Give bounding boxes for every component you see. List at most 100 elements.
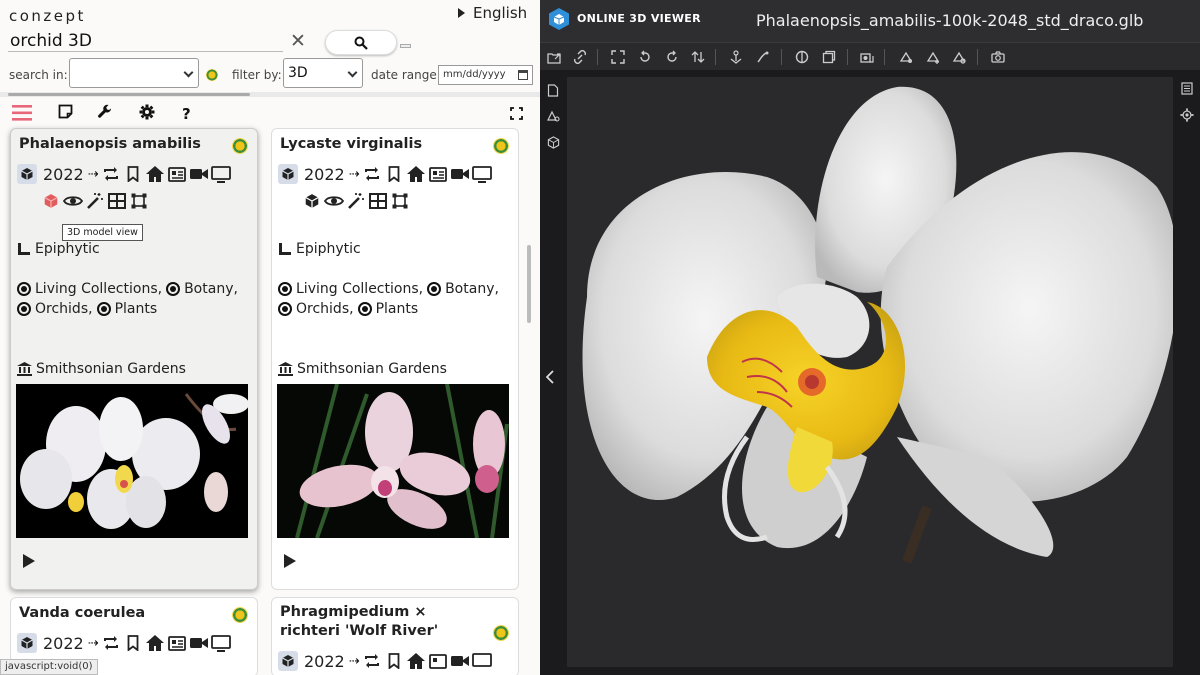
measure-icon[interactable] bbox=[899, 50, 913, 64]
retweet-icon[interactable] bbox=[101, 633, 121, 653]
habit-text[interactable]: Epiphytic bbox=[296, 241, 361, 257]
gear-icon[interactable] bbox=[139, 104, 155, 120]
result-card[interactable]: Phalaenopsis amabilis 2022 ⇢ Epiphytic L… bbox=[10, 128, 258, 590]
tag-link[interactable]: Orchids, bbox=[296, 301, 354, 317]
bookmark-icon[interactable] bbox=[384, 651, 404, 671]
result-card[interactable]: Phragmipedium × richteri 'Wolf River' 20… bbox=[271, 597, 519, 675]
note-icon[interactable] bbox=[58, 104, 73, 119]
cube-icon[interactable] bbox=[278, 651, 298, 671]
video-icon[interactable] bbox=[450, 164, 470, 184]
result-card[interactable]: Lycaste virginalis 2022 ⇢ Epiphytic Livi… bbox=[271, 128, 519, 590]
model-icon[interactable] bbox=[822, 50, 836, 64]
bookmark-icon[interactable] bbox=[123, 164, 143, 184]
bookmark-icon[interactable] bbox=[384, 164, 404, 184]
habit-text[interactable]: Epiphytic bbox=[35, 241, 100, 257]
grid-icon[interactable] bbox=[107, 191, 127, 211]
card-title[interactable]: Vanda coerulea bbox=[19, 604, 229, 623]
retweet-icon[interactable] bbox=[101, 164, 121, 184]
3d-model-view-icon[interactable] bbox=[41, 191, 61, 211]
tag-link[interactable]: Orchids, bbox=[35, 301, 93, 317]
help-icon[interactable]: ? bbox=[182, 105, 191, 123]
export-icon[interactable] bbox=[926, 50, 940, 64]
rotate-left-icon[interactable] bbox=[665, 50, 679, 64]
materials-icon[interactable] bbox=[546, 110, 560, 123]
newspaper-icon[interactable] bbox=[167, 164, 187, 184]
tag-link[interactable]: Living Collections, bbox=[296, 281, 423, 297]
extra-options-button[interactable] bbox=[400, 44, 411, 48]
result-thumbnail[interactable] bbox=[277, 384, 509, 538]
play-icon[interactable] bbox=[23, 554, 35, 568]
search-button[interactable] bbox=[325, 30, 397, 55]
monitor-icon[interactable] bbox=[210, 164, 231, 184]
video-icon[interactable] bbox=[189, 164, 209, 184]
tag-link[interactable]: Living Collections, bbox=[35, 281, 162, 297]
video-icon[interactable] bbox=[189, 633, 209, 653]
snapshot-icon[interactable] bbox=[860, 50, 874, 64]
3d-viewport[interactable] bbox=[567, 77, 1173, 667]
monitor-icon[interactable] bbox=[210, 633, 231, 653]
cube-icon[interactable] bbox=[17, 633, 37, 653]
card-title[interactable]: Phragmipedium × richteri 'Wolf River' bbox=[280, 603, 490, 641]
newspaper-icon[interactable] bbox=[428, 164, 448, 184]
free-orbit-icon[interactable] bbox=[756, 50, 770, 64]
camera-icon[interactable] bbox=[991, 50, 1005, 64]
magic-wand-icon[interactable] bbox=[346, 191, 366, 211]
details-icon[interactable] bbox=[1181, 82, 1193, 95]
tag-link[interactable]: Plants bbox=[115, 301, 158, 317]
share-icon[interactable] bbox=[952, 50, 966, 64]
grid-icon[interactable] bbox=[368, 191, 388, 211]
eye-icon[interactable] bbox=[324, 191, 344, 211]
brand-logo[interactable]: conzept bbox=[9, 7, 86, 25]
newspaper-icon[interactable] bbox=[167, 633, 187, 653]
retweet-icon[interactable] bbox=[362, 164, 382, 184]
date-range-input[interactable]: mm/dd/yyyy bbox=[438, 65, 533, 85]
viewer-logo-icon[interactable] bbox=[548, 7, 570, 31]
bookmark-icon[interactable] bbox=[123, 633, 143, 653]
calendar-icon[interactable] bbox=[518, 70, 528, 80]
wrench-icon[interactable] bbox=[97, 104, 113, 120]
clear-search-button[interactable]: ✕ bbox=[290, 30, 306, 52]
collapse-left-icon[interactable] bbox=[546, 370, 554, 384]
tag-link[interactable]: Botany, bbox=[184, 281, 238, 297]
tag-link[interactable]: Plants bbox=[376, 301, 419, 317]
open-file-icon[interactable] bbox=[547, 50, 561, 64]
play-icon[interactable] bbox=[284, 554, 296, 568]
eye-icon[interactable] bbox=[63, 191, 83, 211]
monitor-icon[interactable] bbox=[471, 164, 492, 184]
open-url-icon[interactable] bbox=[573, 50, 587, 64]
cube-icon[interactable] bbox=[17, 164, 37, 184]
horizontal-scrollbar[interactable] bbox=[0, 92, 540, 97]
search-in-select[interactable] bbox=[69, 58, 199, 88]
settings-icon[interactable] bbox=[1180, 108, 1194, 122]
language-selector[interactable]: English bbox=[458, 4, 527, 22]
institution-text[interactable]: Smithsonian Gardens bbox=[297, 361, 447, 377]
card-title[interactable]: Lycaste virginalis bbox=[280, 135, 490, 154]
home-icon[interactable] bbox=[145, 633, 165, 653]
vector-square-icon[interactable] bbox=[129, 191, 149, 211]
menu-icon[interactable] bbox=[12, 104, 32, 122]
card-title[interactable]: Phalaenopsis amabilis bbox=[19, 135, 229, 154]
edges-icon[interactable] bbox=[795, 50, 809, 64]
fix-up-icon[interactable] bbox=[729, 50, 743, 64]
monitor-icon[interactable] bbox=[471, 651, 492, 671]
flip-icon[interactable] bbox=[691, 50, 705, 64]
tag-link[interactable]: Botany, bbox=[445, 281, 499, 297]
fit-icon[interactable] bbox=[611, 50, 625, 64]
rotate-up-icon[interactable] bbox=[638, 50, 652, 64]
result-thumbnail[interactable] bbox=[16, 384, 248, 538]
retweet-icon[interactable] bbox=[362, 651, 382, 671]
3d-model-view-icon[interactable] bbox=[302, 191, 322, 211]
file-icon[interactable] bbox=[547, 84, 559, 97]
institution-text[interactable]: Smithsonian Gardens bbox=[36, 361, 186, 377]
home-icon[interactable] bbox=[406, 651, 426, 671]
filter-by-select[interactable]: 3D bbox=[283, 58, 363, 88]
fullscreen-icon[interactable] bbox=[510, 107, 523, 120]
video-icon[interactable] bbox=[450, 651, 470, 671]
home-icon[interactable] bbox=[145, 164, 165, 184]
home-icon[interactable] bbox=[406, 164, 426, 184]
meshes-icon[interactable] bbox=[547, 136, 560, 149]
orchid-3d-model[interactable] bbox=[567, 77, 1173, 667]
vector-square-icon[interactable] bbox=[390, 191, 410, 211]
cube-icon[interactable] bbox=[278, 164, 298, 184]
search-input[interactable] bbox=[8, 30, 283, 52]
